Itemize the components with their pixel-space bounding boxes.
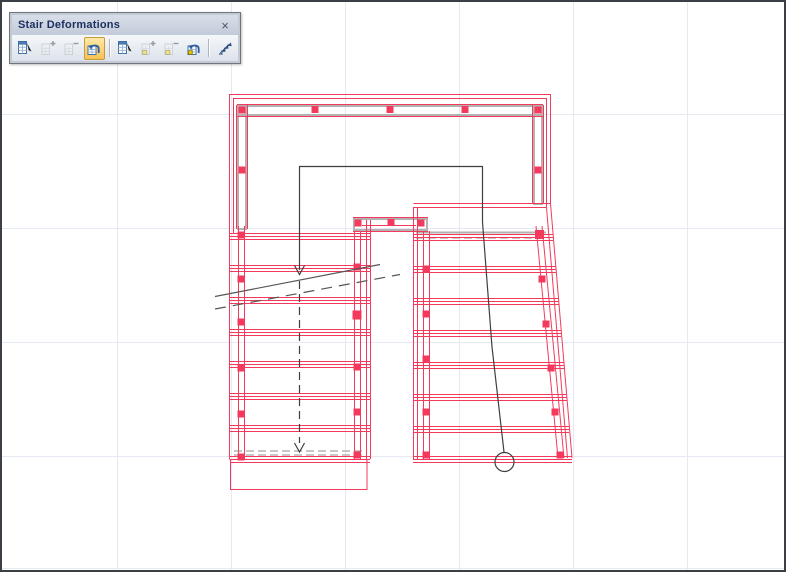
left-flight-right-slab xyxy=(366,220,371,459)
table-plus-icon xyxy=(40,40,56,56)
beam-flank-lines xyxy=(236,104,544,232)
table-undo-node-icon xyxy=(186,40,202,56)
toolbar-button-row xyxy=(12,35,238,61)
toolbar-title: Stair Deformations xyxy=(18,19,121,31)
table-cursor-icon xyxy=(17,40,33,56)
select-node-deformation-button[interactable] xyxy=(115,37,136,60)
landing-edge-dashes xyxy=(234,237,546,456)
stair-deformations-toolbar: Stair Deformations × xyxy=(9,12,241,64)
remove-deformation-button[interactable] xyxy=(61,37,82,60)
table-minus-node-icon xyxy=(163,40,179,56)
edit-stair-path-button[interactable] xyxy=(214,37,235,60)
right-flight-left-stringer xyxy=(423,231,430,459)
app-window: Stair Deformations × xyxy=(0,0,786,572)
reset-node-deformation-button[interactable] xyxy=(183,37,204,60)
walk-line-path xyxy=(298,165,505,453)
right-landing-beam xyxy=(533,105,543,205)
stair-arrow-icon xyxy=(217,40,233,56)
table-plus-node-icon xyxy=(140,40,156,56)
toolbar-titlebar[interactable]: Stair Deformations × xyxy=(12,15,238,35)
toolbar-separator xyxy=(208,39,211,57)
grid-lines xyxy=(2,2,784,570)
close-icon[interactable]: × xyxy=(218,19,232,32)
stair-structure[interactable] xyxy=(229,94,573,490)
reset-deformation-button[interactable] xyxy=(83,36,105,60)
remove-node-deformation-button[interactable] xyxy=(160,37,181,60)
add-deformation-button[interactable] xyxy=(38,37,59,60)
bottom-landing xyxy=(230,459,368,490)
add-node-deformation-button[interactable] xyxy=(137,37,158,60)
top-landing-outline xyxy=(229,94,551,460)
table-undo-icon xyxy=(86,40,102,56)
table-minus-icon xyxy=(63,40,79,56)
table-cursor-icon xyxy=(117,40,133,56)
toolbar-separator xyxy=(108,39,111,57)
stair-plan-canvas[interactable] xyxy=(2,2,784,570)
select-deformation-button[interactable] xyxy=(15,37,36,60)
support-beams xyxy=(237,105,546,234)
